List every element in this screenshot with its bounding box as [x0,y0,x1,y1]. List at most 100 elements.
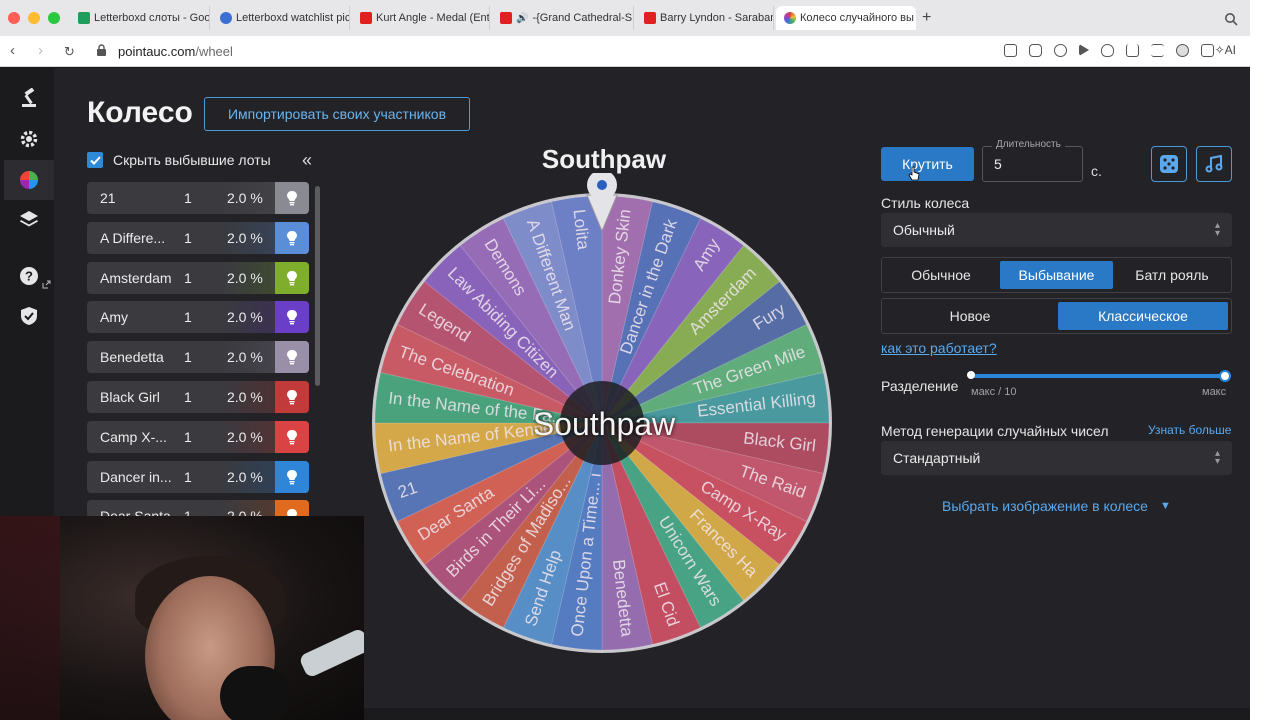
choose-wheel-image-toggle[interactable]: Выбрать изображение в колесе ▼ [942,498,1171,514]
lot-row[interactable]: Amy 1 2.0 % [87,301,309,334]
url-field[interactable]: pointauc.com/wheel [118,44,233,59]
cube-icon[interactable] [1201,44,1214,57]
hide-eliminated-checkbox[interactable] [87,152,103,168]
back-button[interactable]: ‹ [10,42,15,59]
edit-icon[interactable] [1004,44,1017,57]
tab-letterboxd-slots[interactable]: Letterboxd слоты - Goo [70,6,210,30]
tab-search-icon[interactable] [1224,12,1238,26]
site-icon [220,12,232,24]
lot-row[interactable]: Dear Santa12.0 % [87,500,309,516]
music-button[interactable] [1196,146,1232,182]
lot-color-swatch[interactable] [275,380,309,413]
split-slider-thumb[interactable] [1219,370,1231,382]
speaker-icon[interactable]: 🔊 [516,13,528,24]
spin-button[interactable]: Крутить [881,147,974,181]
rng-method-value: Стандартный [893,450,981,466]
dice-icon [1160,155,1178,173]
tab-letterboxd-watchlist[interactable]: Letterboxd watchlist pic [212,6,350,30]
lot-name: A Differe... [100,229,166,246]
lots-scrollbar[interactable] [315,186,320,386]
background-flag [0,516,60,720]
maximize-window-button[interactable] [48,12,60,24]
page-title: Колесо [87,96,193,129]
lot-row[interactable]: A Differe... 1 2.0 % [87,221,309,254]
new-tab-button[interactable]: + [922,9,931,27]
lot-name: Dear Santa [100,508,171,516]
lot-name: Amy [100,309,128,326]
import-participants-button[interactable]: Импортировать своих участников [204,97,470,131]
lot-color-swatch[interactable] [275,301,309,334]
split-slider-track[interactable] [970,374,1225,378]
gavel-icon[interactable] [19,88,39,108]
lot-row[interactable]: Camp X-... 1 2.0 % [87,420,309,453]
play-icon[interactable] [1079,44,1089,56]
tab-title: Kurt Angle - Medal (Entr [376,12,490,24]
settings-gear-icon[interactable] [19,129,39,149]
reload-icon[interactable]: ↻ [64,44,75,60]
lot-row[interactable]: Benedetta 1 2.0 % [87,341,309,374]
help-icon[interactable]: ? [19,266,39,286]
ai-button[interactable]: ✧AI [1215,43,1236,57]
heart-icon[interactable] [1101,44,1114,57]
camera-icon[interactable] [1029,44,1042,57]
lightbulb-icon [287,429,297,445]
external-link-icon [42,280,51,289]
how-it-works-link[interactable]: как это работает? [881,340,997,356]
split-max-label: макс [1202,386,1227,398]
lightbulb-icon [287,509,297,516]
tab-grand-cathedral[interactable]: 🔊 -{Grand Cathedral-S [492,6,634,30]
mode-option-elimination[interactable]: Выбывание [1000,261,1113,289]
tab-wheel-active[interactable]: Колесо случайного вы [776,6,916,30]
lot-color-swatch[interactable] [275,500,309,516]
lot-color-swatch[interactable] [275,420,309,453]
close-window-button[interactable] [8,12,20,24]
ai-label: AI [1224,43,1236,57]
layers-icon[interactable] [19,209,39,229]
download-icon[interactable] [1126,44,1139,57]
forward-button[interactable]: › [38,42,43,59]
tab-barry-lyndon[interactable]: Barry Lyndon - Saraband [636,6,774,30]
elim-option-new[interactable]: Новое [885,302,1055,330]
mode-option-normal[interactable]: Обычное [885,261,997,289]
lot-name: Amsterdam [100,269,172,286]
lock-icon [97,44,106,56]
checkmark-icon [89,155,101,165]
lot-color-swatch[interactable] [275,182,309,214]
elim-option-classic[interactable]: Классическое [1058,302,1228,330]
mode-option-battle-royale[interactable]: Батл рояль [1116,261,1228,289]
shield-icon[interactable] [1054,44,1067,57]
profile-icon[interactable] [1176,44,1189,57]
lot-color-swatch[interactable] [275,221,309,254]
ai-sparkle-icon: ✧ [1214,43,1225,57]
wheel-winner-title: Southpaw [541,144,667,174]
minimize-window-button[interactable] [28,12,40,24]
lot-color-swatch[interactable] [275,261,309,294]
lots-list: 21 1 2.0 % A Differe... 1 2.0 % Amsterdam 1 2.0 … [87,182,309,516]
learn-more-link[interactable]: Узнать больше [1148,423,1231,437]
svg-text:?: ? [25,269,33,284]
mouse-cursor-icon [908,166,920,181]
lightbulb-icon [287,270,297,285]
lot-amount: 1 [184,229,192,246]
lot-color-swatch[interactable] [275,460,309,493]
random-dice-button[interactable] [1151,146,1187,182]
lot-color-swatch[interactable] [275,341,309,374]
wheel-style-select[interactable]: Обычный ▴ ▾ [881,213,1232,247]
tab-kurt-angle[interactable]: Kurt Angle - Medal (Entr [352,6,490,30]
extension-icons [1004,44,1214,57]
url-domain: pointauc.com [118,44,196,59]
lot-amount: 1 [184,388,192,405]
hide-eliminated-row[interactable]: Скрыть выбывшие лоты [87,152,271,168]
rng-method-select[interactable]: Стандартный ▴ ▾ [881,441,1232,475]
duration-value: 5 [994,156,1002,172]
wheel-pie-icon[interactable] [19,170,39,190]
lot-row[interactable]: Amsterdam 1 2.0 % [87,261,309,294]
wheel-pointer-dot [597,180,607,190]
lot-row[interactable]: Dancer in... 1 2.0 % [87,460,309,493]
shield-check-icon[interactable] [19,306,39,326]
collapse-panel-icon[interactable]: « [302,150,312,171]
lot-row[interactable]: 21 1 2.0 % [87,182,309,214]
menu-icon[interactable] [1151,44,1164,57]
wheel-favicon-icon [784,12,796,24]
lot-row[interactable]: Black Girl 1 2.0 % [87,380,309,413]
